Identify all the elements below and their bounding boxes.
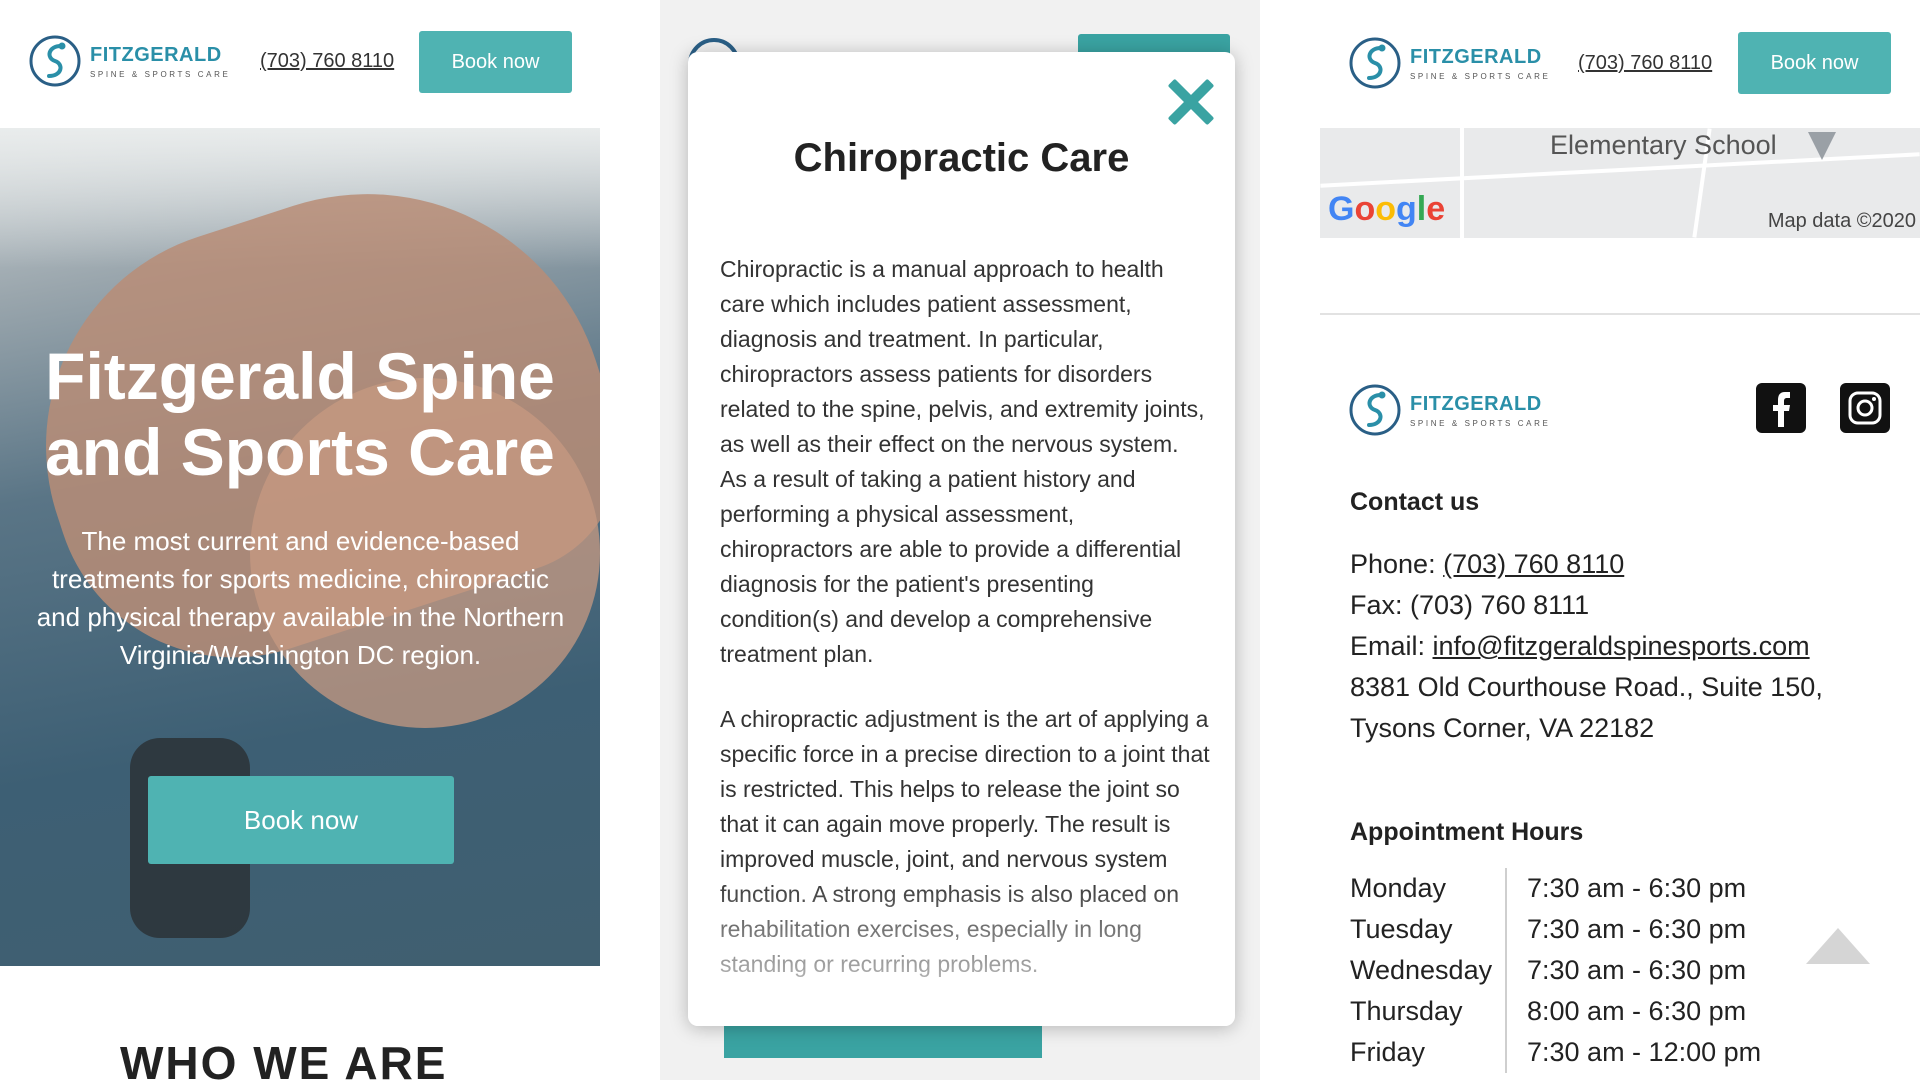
- homepage-panel: FITZGERALD SPINE & SPORTS CARE (703) 760…: [0, 0, 600, 1080]
- instagram-icon[interactable]: [1840, 383, 1890, 433]
- header-phone-link[interactable]: (703) 760 8110: [260, 50, 394, 73]
- fax-line: Fax: (703) 760 8111: [1350, 590, 1590, 620]
- address-line: 8381 Old Courthouse Road., Suite 150,: [1350, 672, 1823, 702]
- logo-name: FITZGERALD: [90, 43, 222, 66]
- site-logo[interactable]: FITZGERALD SPINE & SPORTS CARE: [1348, 36, 1550, 90]
- header-book-button[interactable]: Book now: [419, 31, 572, 93]
- address-line: Tysons Corner, VA 22182: [1350, 713, 1655, 743]
- email-link[interactable]: info@fitzgeraldspinesports.com: [1433, 631, 1810, 661]
- hours-time: 7:30 am - 6:30 pm: [1527, 873, 1747, 903]
- hours-day: Tuesday: [1350, 914, 1453, 944]
- site-header: FITZGERALD SPINE & SPORTS CARE (703) 760…: [0, 0, 600, 128]
- hours-day: Wednesday: [1350, 955, 1493, 985]
- hours-time: 8:00 am - 6:30 pm: [1527, 996, 1747, 1026]
- map-pin-icon: [1808, 132, 1836, 160]
- map-place-label: Elementary School: [1550, 130, 1777, 160]
- logo-name: FITZGERALD: [1410, 392, 1542, 415]
- hours-row: Friday 7:30 am - 12:00 pm: [1350, 1032, 1761, 1073]
- logo-subtitle: SPINE & SPORTS CARE: [1410, 418, 1551, 428]
- hours-row: Tuesday 7:30 am - 6:30 pm: [1350, 909, 1761, 950]
- hours-row: Wednesday 7:30 am - 6:30 pm: [1350, 950, 1761, 991]
- logo-mark-icon: [1349, 37, 1401, 89]
- facebook-icon[interactable]: [1756, 383, 1806, 433]
- site-header: FITZGERALD SPINE & SPORTS CARE (703) 760…: [1320, 0, 1920, 128]
- map-attribution: Map data ©2020: [1767, 210, 1916, 232]
- hours-table: Monday 7:30 am - 6:30 pm Tuesday 7:30 am…: [1350, 868, 1761, 1073]
- hours-day: Monday: [1350, 873, 1447, 903]
- hours-row: Monday 7:30 am - 6:30 pm: [1350, 868, 1761, 909]
- modal-panel: Chiropractic Care Chiropractic is a manu…: [660, 0, 1260, 1080]
- hours-time: 7:30 am - 12:00 pm: [1527, 1037, 1762, 1067]
- close-icon[interactable]: [1165, 76, 1215, 126]
- header-book-button[interactable]: Book now: [1738, 32, 1891, 94]
- logo-name: FITZGERALD: [1410, 45, 1542, 68]
- hero-book-button[interactable]: Book now: [148, 776, 454, 864]
- modal-title: Chiropractic Care: [793, 136, 1130, 180]
- modal-scroll-fade: [688, 876, 1235, 1026]
- logo-subtitle: SPINE & SPORTS CARE: [1410, 71, 1551, 81]
- hours-heading: Appointment Hours: [1350, 818, 1584, 846]
- header-phone-link[interactable]: (703) 760 8110: [1578, 52, 1712, 75]
- logo-mark-icon: [1349, 384, 1401, 436]
- modal-paragraph: Chiropractic is a manual approach to hea…: [720, 256, 1205, 667]
- footer-phone-link[interactable]: (703) 760 8110: [1443, 549, 1624, 579]
- hours-time: 7:30 am - 6:30 pm: [1527, 955, 1747, 985]
- hours-time: 7:30 am - 6:30 pm: [1527, 914, 1747, 944]
- contact-heading: Contact us: [1350, 488, 1480, 516]
- email-label: Email:: [1350, 631, 1426, 661]
- site-logo[interactable]: FITZGERALD SPINE & SPORTS CARE: [28, 34, 230, 88]
- footer-logo: FITZGERALD SPINE & SPORTS CARE: [1348, 383, 1550, 437]
- footer-divider: [1320, 313, 1920, 315]
- hours-day: Friday: [1350, 1037, 1426, 1067]
- location-map[interactable]: Elementary School Google Map data ©2020: [1320, 128, 1920, 238]
- contact-details: Phone: (703) 760 8110 Fax: (703) 760 811…: [1350, 544, 1823, 749]
- scroll-to-top-icon[interactable]: [1806, 928, 1870, 964]
- hours-row: Thursday 8:00 am - 6:30 pm: [1350, 991, 1761, 1032]
- hero-section: Fitzgerald Spine and Sports Care The mos…: [0, 128, 600, 966]
- footer-panel: FITZGERALD SPINE & SPORTS CARE (703) 760…: [1320, 0, 1920, 1080]
- hours-day: Thursday: [1350, 996, 1463, 1026]
- chiropractic-care-modal: Chiropractic Care Chiropractic is a manu…: [688, 52, 1235, 1026]
- phone-label: Phone:: [1350, 549, 1436, 579]
- hero-title: Fitzgerald Spine and Sports Care: [45, 339, 555, 489]
- google-logo: Google: [1328, 190, 1446, 228]
- logo-mark-icon: [29, 35, 81, 87]
- who-we-are-heading: WHO WE ARE: [120, 1037, 448, 1080]
- hero-description: The most current and evidence-based trea…: [36, 526, 565, 670]
- logo-subtitle: SPINE & SPORTS CARE: [90, 69, 231, 79]
